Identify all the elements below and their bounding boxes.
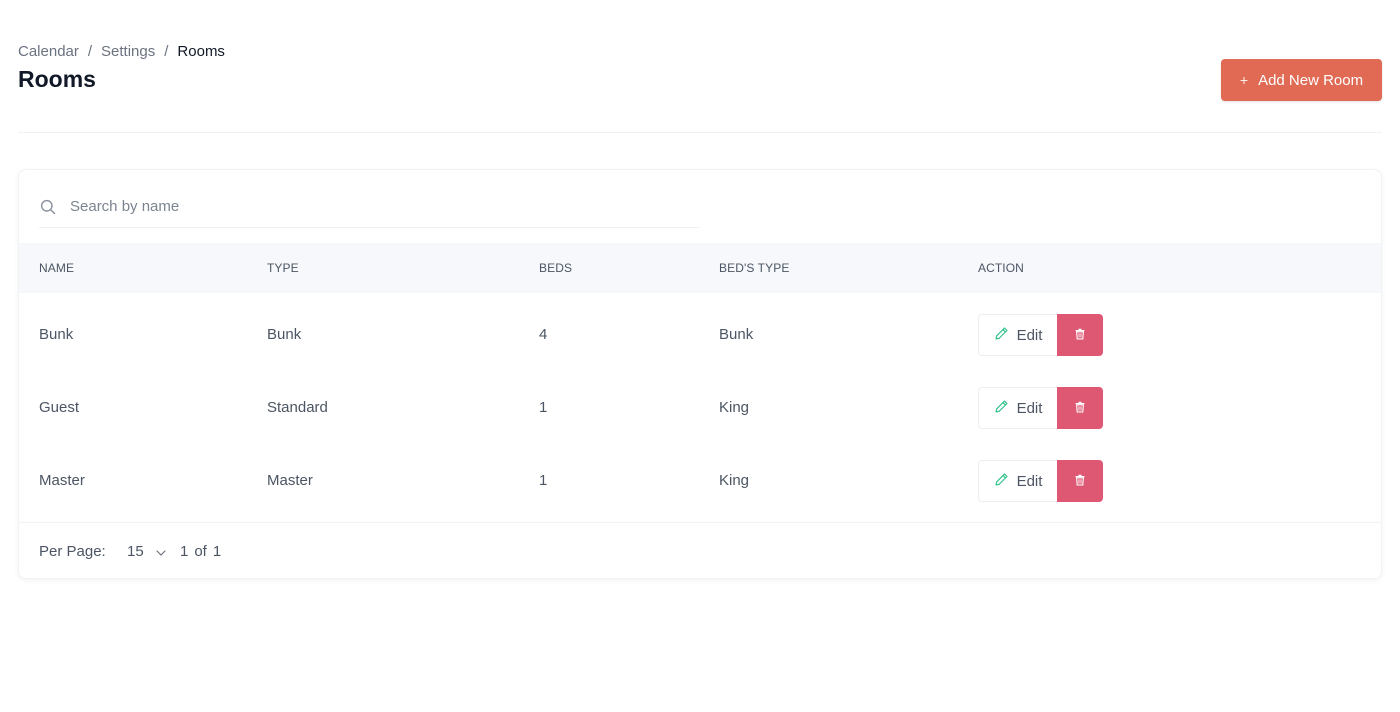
column-header-beds-type: BED'S TYPE <box>719 261 790 275</box>
pencil-icon <box>994 472 1009 491</box>
column-header-action: ACTION <box>978 261 1024 275</box>
header-divider <box>18 132 1382 133</box>
breadcrumb: Calendar / Settings / Rooms <box>18 42 225 60</box>
add-new-room-button[interactable]: + Add New Room <box>1221 59 1382 101</box>
pencil-icon <box>994 399 1009 418</box>
room-name: Master <box>39 472 85 489</box>
column-header-type: TYPE <box>267 261 299 275</box>
chevron-down-icon <box>156 543 166 560</box>
delete-button[interactable] <box>1057 314 1103 356</box>
pencil-icon <box>994 326 1009 345</box>
room-bed-type: King <box>719 399 750 416</box>
room-name: Bunk <box>39 326 74 343</box>
table-header: NAME TYPE BEDS BED'S TYPE ACTION <box>19 243 1381 293</box>
breadcrumb-separator: / <box>87 42 93 60</box>
per-page-label: Per Page: <box>39 542 106 560</box>
breadcrumb-rooms: Rooms <box>177 42 225 60</box>
delete-button[interactable] <box>1057 460 1103 502</box>
room-bed-type: Bunk <box>719 326 754 343</box>
trash-icon <box>1074 401 1086 416</box>
page-title: Rooms <box>18 66 96 92</box>
trash-icon <box>1074 328 1086 343</box>
search-input[interactable] <box>70 198 630 215</box>
edit-label: Edit <box>1016 399 1043 417</box>
row-actions: Edit <box>978 387 1103 429</box>
total-pages: 1 <box>212 542 222 560</box>
delete-button[interactable] <box>1057 387 1103 429</box>
table-row: Guest Standard 1 King Edit <box>19 371 1381 444</box>
breadcrumb-separator: / <box>164 42 169 60</box>
table-footer: Per Page: 15 1 of 1 <box>19 522 1381 578</box>
column-header-beds: BEDS <box>539 261 573 275</box>
room-bed-type: King <box>719 472 750 489</box>
room-beds: 1 <box>539 472 548 489</box>
table-row: Master Master 1 King Edit <box>19 444 1381 517</box>
room-type: Standard <box>267 399 328 416</box>
breadcrumb-settings[interactable]: Settings <box>101 43 155 60</box>
page-indicator: 1 of 1 <box>180 543 221 560</box>
edit-button[interactable]: Edit <box>978 387 1057 429</box>
search-bar <box>39 186 699 228</box>
edit-button[interactable]: Edit <box>978 460 1057 502</box>
table-row: Bunk Bunk 4 Bunk Edit <box>19 298 1381 371</box>
search-icon <box>40 199 56 215</box>
room-type: Master <box>267 472 313 489</box>
room-beds: 4 <box>539 326 548 343</box>
room-type: Bunk <box>267 326 302 343</box>
of-label: of <box>194 542 207 560</box>
trash-icon <box>1074 474 1086 489</box>
room-beds: 1 <box>539 399 548 416</box>
rooms-card: NAME TYPE BEDS BED'S TYPE ACTION Bunk Bu… <box>18 169 1382 579</box>
current-page: 1 <box>180 542 189 560</box>
room-name: Guest <box>39 399 80 416</box>
add-new-room-label: Add New Room <box>1258 71 1364 89</box>
plus-icon: + <box>1239 72 1249 88</box>
breadcrumb-calendar[interactable]: Calendar <box>18 43 79 60</box>
column-header-name: NAME <box>39 261 75 275</box>
edit-button[interactable]: Edit <box>978 314 1057 356</box>
edit-label: Edit <box>1016 472 1043 490</box>
row-actions: Edit <box>978 460 1103 502</box>
edit-label: Edit <box>1016 326 1043 344</box>
per-page-select[interactable]: 15 <box>127 543 166 560</box>
row-actions: Edit <box>978 314 1103 356</box>
per-page-value: 15 <box>127 542 144 560</box>
